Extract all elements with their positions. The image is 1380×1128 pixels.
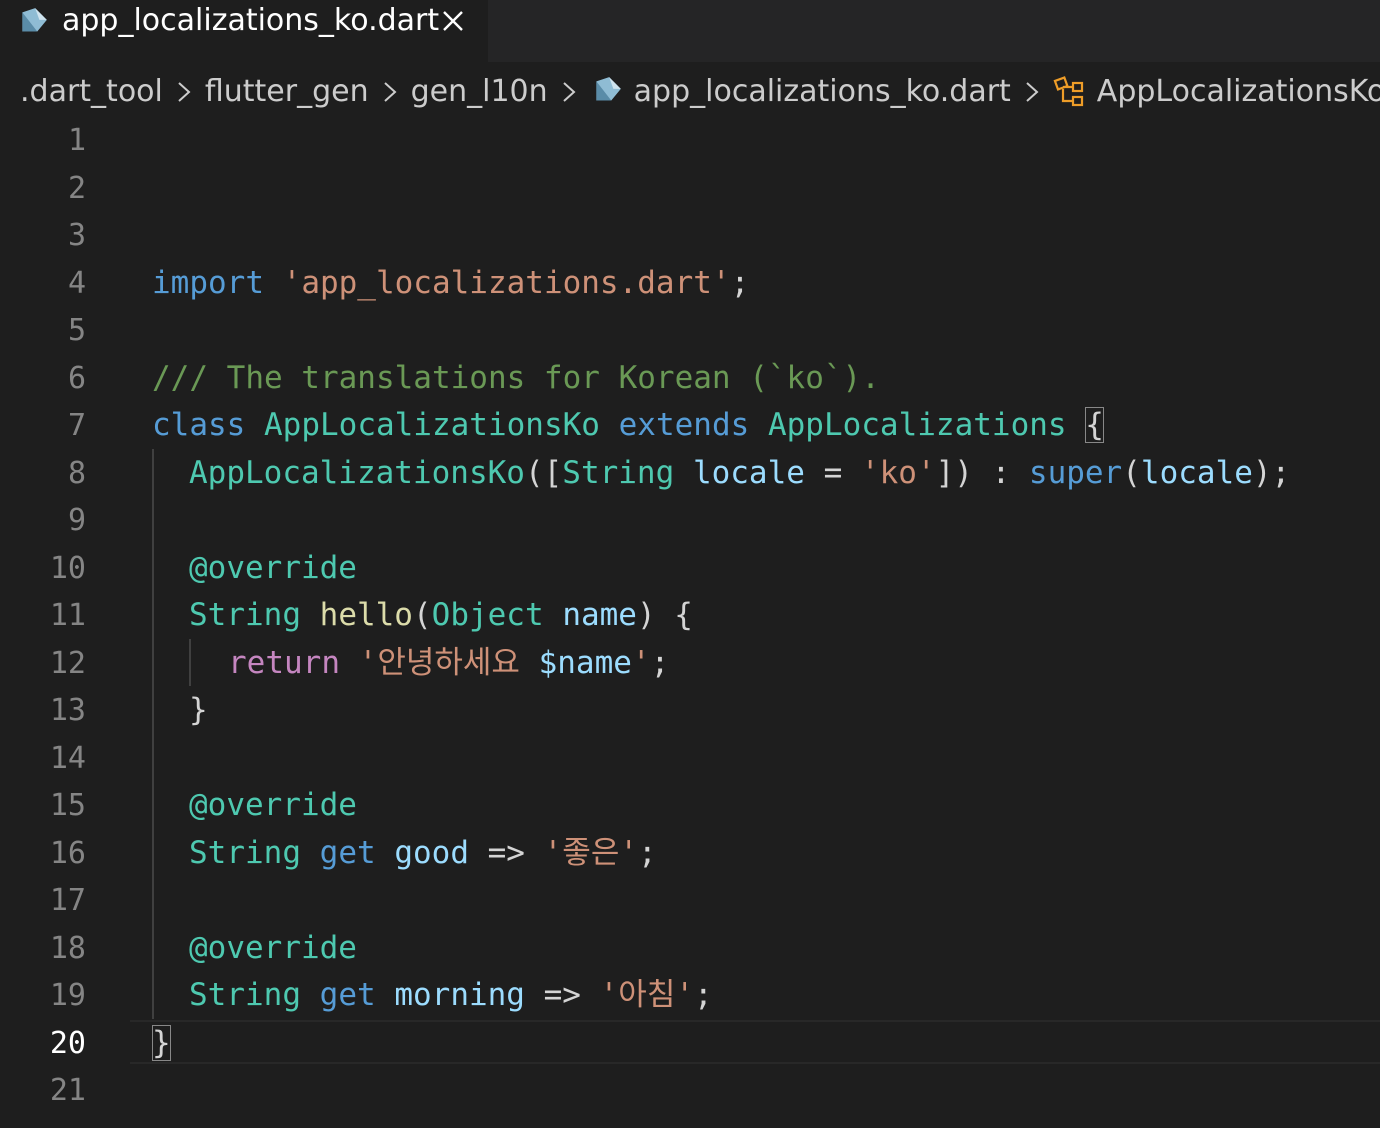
line-number: 1 bbox=[67, 123, 86, 158]
code-line-16: String get good => '좋은'; bbox=[189, 834, 657, 871]
editor-tab-active[interactable]: app_localizations_ko.dart bbox=[0, 0, 488, 62]
breadcrumb-gen-l10n[interactable]: gen_l10n bbox=[411, 70, 548, 114]
breadcrumb-dart-tool[interactable]: .dart_tool bbox=[20, 70, 163, 114]
code-line-13: } bbox=[189, 692, 208, 728]
code-line-4: import 'app_localizations.dart'; bbox=[152, 264, 750, 301]
line-number: 16 bbox=[49, 835, 86, 871]
tab-title: app_localizations_ko.dart bbox=[62, 3, 440, 38]
code-line-20: } bbox=[152, 1020, 171, 1068]
line-number: 8 bbox=[67, 455, 86, 491]
chevron-right-icon bbox=[1026, 82, 1039, 102]
breadcrumb-flutter-gen[interactable]: flutter_gen bbox=[205, 70, 369, 114]
code-line-18: @override bbox=[189, 929, 357, 966]
code-line-12: return '안녕하세요 $name'; bbox=[228, 644, 670, 681]
line-number-active: 20 bbox=[49, 1025, 86, 1061]
chevron-right-icon bbox=[178, 82, 191, 102]
class-symbol-icon bbox=[1053, 76, 1083, 107]
line-number: 12 bbox=[49, 645, 86, 681]
line-number: 2 bbox=[67, 170, 86, 206]
breadcrumb-class[interactable]: AppLocalizationsKo bbox=[1097, 70, 1380, 114]
line-number: 13 bbox=[49, 693, 86, 728]
code-line-19: String get morning => '아침'; bbox=[189, 977, 713, 1013]
line-number: 11 bbox=[49, 598, 86, 633]
tab-bar: app_localizations_ko.dart bbox=[0, 0, 1380, 62]
close-icon[interactable] bbox=[436, 4, 470, 38]
chevron-right-icon bbox=[563, 82, 576, 102]
code-line-10: @override bbox=[189, 549, 357, 586]
code-editor[interactable]: 1 2 3 4 import 'app_localizations.dart';… bbox=[0, 117, 1380, 1128]
code-line-8: AppLocalizationsKo([String locale = 'ko'… bbox=[189, 454, 1291, 491]
line-number: 4 bbox=[67, 265, 86, 301]
matching-bracket: { bbox=[1085, 407, 1104, 443]
line-number: 15 bbox=[49, 788, 86, 823]
matching-bracket: } bbox=[152, 1024, 171, 1061]
line-number: 18 bbox=[49, 930, 86, 966]
line-number: 9 bbox=[67, 503, 86, 538]
code-line-15: @override bbox=[189, 787, 357, 823]
chevron-right-icon bbox=[383, 82, 397, 102]
line-number: 6 bbox=[67, 360, 86, 396]
code-line-7: class AppLocalizationsKo extends AppLoca… bbox=[152, 407, 1104, 443]
line-number: 19 bbox=[49, 978, 86, 1013]
code-line-11: String hello(Object name) { bbox=[189, 597, 693, 633]
line-number: 7 bbox=[67, 408, 86, 443]
breadcrumb-file[interactable]: app_localizations_ko.dart bbox=[634, 70, 1011, 114]
line-number: 17 bbox=[49, 883, 86, 918]
line-number: 21 bbox=[49, 1073, 86, 1108]
line-number: 3 bbox=[67, 218, 86, 253]
line-number: 5 bbox=[67, 313, 86, 348]
line-number: 14 bbox=[49, 740, 86, 776]
dart-file-icon bbox=[596, 77, 621, 101]
code-line-6: /// The translations for Korean (`ko`). bbox=[152, 359, 880, 396]
dart-file-icon bbox=[22, 8, 47, 32]
breadcrumb: .dart_tool flutter_gen gen_l10n app_loca… bbox=[20, 70, 1380, 114]
line-number: 10 bbox=[49, 550, 86, 586]
